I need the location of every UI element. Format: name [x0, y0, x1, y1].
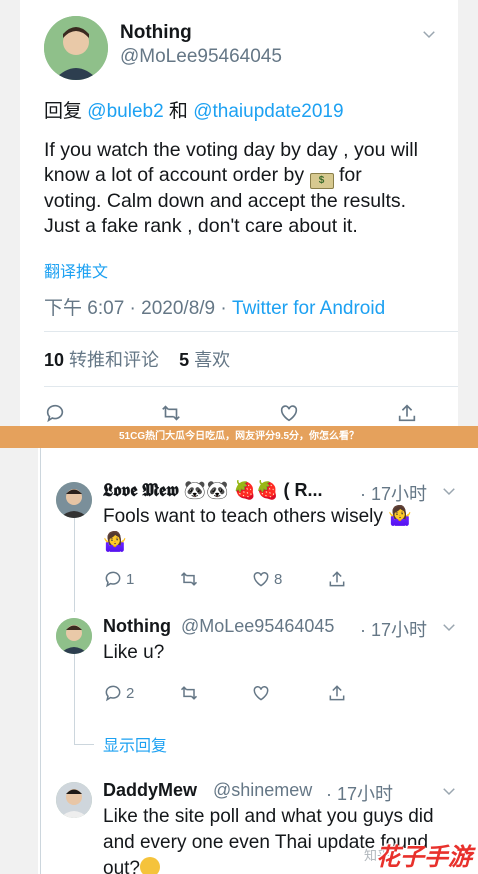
reply-icon: [105, 685, 121, 702]
reply-text: Fools want to teach others wisely 🤷‍♀️ 🤷…: [103, 504, 463, 556]
divider: [44, 331, 458, 332]
reply-count: 2: [126, 684, 135, 702]
reply-actions: 1 8: [103, 568, 443, 590]
like-button[interactable]: 8: [251, 568, 282, 590]
reply-text: Like u?: [103, 642, 165, 663]
retweet-icon: [180, 572, 198, 586]
author-handle[interactable]: @MoLee95464045: [120, 46, 282, 68]
reply-prefix: 回复: [44, 101, 83, 122]
share-icon: [329, 685, 345, 701]
thread-line: [74, 654, 75, 744]
retweet-icon: [180, 686, 198, 700]
tweet-stats: 10 转推和评论 5 喜欢: [44, 346, 230, 372]
share-icon: [329, 571, 345, 587]
author-name[interactable]: Nothing: [103, 616, 171, 637]
retweets-count[interactable]: 10: [44, 350, 64, 370]
tweet-actions: [44, 402, 424, 426]
reply-thread: 𝕷𝖔𝖛𝖊 𝕸𝖊𝖜 🐼🐼 🍓🍓 ( R... · 17小时 Fools want …: [38, 448, 478, 874]
main-tweet: Nothing @MoLee95464045 回复 @buleb2 和 @tha…: [20, 0, 458, 438]
tweet-time[interactable]: 下午 6:07: [44, 298, 124, 319]
reply-text-line: Fools want to teach others wisely 🤷‍♀️: [103, 506, 412, 527]
tweet-source[interactable]: Twitter for Android: [232, 298, 385, 319]
like-icon: [253, 685, 269, 701]
money-icon: $: [309, 173, 334, 189]
tweet-text-line: know a lot of account order by $ for: [44, 163, 444, 189]
reply-time[interactable]: · 17小时: [360, 480, 427, 506]
watermark-logo: 花子手游: [376, 844, 472, 871]
reply-icon: [105, 571, 121, 588]
share-icon[interactable]: [396, 402, 420, 426]
tweet-text: If you watch the voting day by day , you…: [44, 138, 444, 239]
ad-banner[interactable]: 51CG热门大瓜今日吃瓜，网友评分9.5分，你怎么看？: [0, 426, 478, 448]
avatar[interactable]: [44, 16, 108, 80]
chevron-down-icon[interactable]: [440, 782, 458, 800]
retweets-label[interactable]: 转推和评论: [69, 350, 159, 370]
reply-to-line: 回复 @buleb2 和 @thaiupdate2019: [44, 96, 344, 123]
chevron-down-icon[interactable]: [440, 618, 458, 636]
show-replies-link[interactable]: 显示回复: [103, 732, 167, 756]
author-name[interactable]: DaddyMew: [103, 780, 197, 801]
author-handle[interactable]: @shinemew: [213, 780, 312, 801]
tweet-meta: 下午 6:07 · 2020/8/9 · Twitter for Android: [44, 298, 386, 319]
share-button[interactable]: [327, 682, 347, 704]
avatar[interactable]: [56, 782, 92, 818]
reply-time[interactable]: · 17小时: [360, 616, 427, 642]
avatar[interactable]: [56, 618, 92, 654]
retweet-button[interactable]: [179, 682, 199, 704]
reply-button[interactable]: 2: [103, 682, 134, 704]
tweet-date[interactable]: 2020/8/9: [141, 298, 215, 319]
reply-icon[interactable]: [44, 402, 68, 426]
chevron-down-icon[interactable]: [440, 482, 458, 500]
author-handle[interactable]: @MoLee95464045: [181, 616, 334, 637]
tweet-text-line: Just a fake rank , don't care about it.: [44, 215, 358, 237]
chevron-down-icon[interactable]: [420, 25, 438, 43]
like-count: 8: [274, 570, 283, 588]
retweet-button[interactable]: [179, 568, 199, 590]
tweet-text-line: If you watch the voting day by day , you…: [44, 139, 418, 161]
avatar[interactable]: [56, 482, 92, 518]
thread-line: [74, 512, 75, 612]
retweet-icon[interactable]: [160, 402, 184, 426]
divider: [74, 744, 94, 745]
likes-label[interactable]: 喜欢: [194, 350, 230, 370]
tweet-text-line: voting. Calm down and accept the results…: [44, 190, 407, 212]
smirk-emoji-icon: [139, 857, 160, 874]
reply-count: 1: [126, 570, 135, 588]
thread-line: [40, 448, 41, 874]
author-name[interactable]: Nothing: [120, 22, 192, 44]
reply-actions: 2: [103, 682, 443, 704]
like-icon[interactable]: [278, 402, 302, 426]
mention-link[interactable]: @buleb2: [87, 101, 163, 122]
reply-text-line: Like the site poll and what you guys did: [103, 806, 434, 827]
author-name[interactable]: 𝕷𝖔𝖛𝖊 𝕸𝖊𝖜 🐼🐼 🍓🍓 ( R...: [103, 480, 323, 501]
reply-and: 和: [168, 101, 188, 122]
reply-text-line: 🤷‍♀️: [103, 532, 127, 553]
likes-count[interactable]: 5: [179, 350, 189, 370]
reply-time[interactable]: · 17小时: [326, 780, 393, 806]
divider: [44, 386, 458, 387]
like-button[interactable]: [251, 682, 271, 704]
share-button[interactable]: [327, 568, 347, 590]
translate-link[interactable]: 翻译推文: [44, 258, 108, 282]
mention-link[interactable]: @thaiupdate2019: [193, 101, 343, 122]
reply-button[interactable]: 1: [103, 568, 134, 590]
like-icon: [253, 571, 269, 587]
